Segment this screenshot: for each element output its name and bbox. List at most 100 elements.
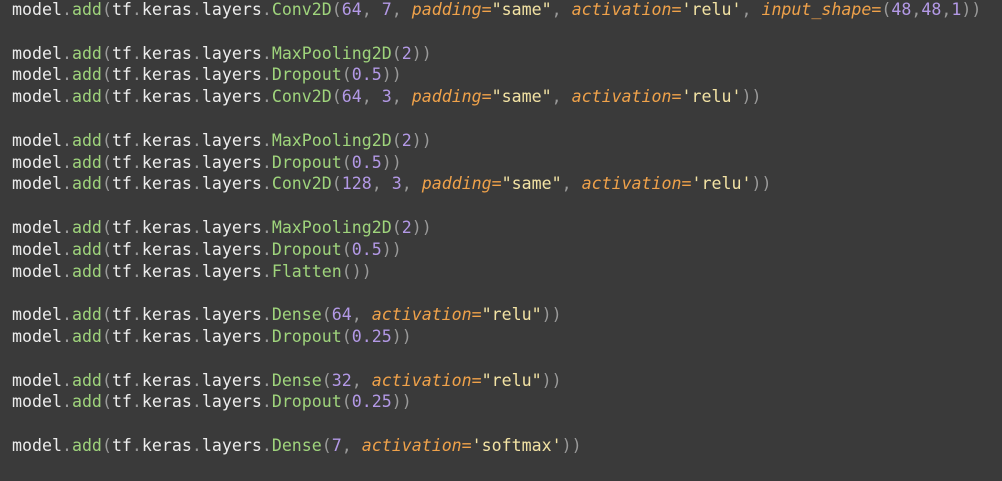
code-line[interactable]: model.add(tf.keras.layers.MaxPooling2D(2… [12, 43, 1002, 66]
code-token: layers [201, 217, 262, 237]
code-token: , [361, 0, 382, 19]
code-token: padding [411, 0, 482, 19]
code-token: layers [201, 305, 262, 325]
code-token: ( [101, 0, 112, 19]
code-token: . [261, 435, 272, 455]
code-token: activation [371, 370, 472, 390]
code-token: Dropout [271, 326, 342, 346]
code-token: Dropout [271, 392, 342, 412]
code-token: . [61, 305, 72, 325]
code-line[interactable]: model.add(tf.keras.layers.Dropout(0.5)) [12, 64, 1002, 87]
code-token: ( [101, 392, 112, 412]
code-line[interactable]: model.add(tf.keras.layers.Dropout(0.25)) [12, 391, 1002, 414]
code-token: tf [111, 370, 132, 390]
code-token: . [61, 65, 72, 85]
code-line[interactable]: model.add(tf.keras.layers.Dropout(0.25)) [12, 326, 1002, 349]
code-line[interactable]: model.add(tf.keras.layers.MaxPooling2D(2… [12, 217, 1002, 240]
code-line[interactable]: model.add(tf.keras.layers.Dropout(0.5)) [12, 152, 1002, 175]
code-line[interactable] [12, 195, 1002, 218]
code-token: keras [141, 43, 192, 63]
code-token: = [471, 305, 482, 325]
code-line[interactable] [12, 282, 1002, 305]
code-token: 1 [951, 0, 962, 19]
code-token: ( [341, 65, 352, 85]
code-editor[interactable]: model.add(tf.keras.layers.Conv2D(64, 7, … [0, 0, 1002, 480]
code-token: layers [201, 152, 262, 172]
code-line[interactable]: model.add(tf.keras.layers.Dropout(0.5)) [12, 239, 1002, 262]
code-token: 'relu' [691, 174, 752, 194]
code-token: 32 [331, 370, 352, 390]
code-token: )) [381, 152, 402, 172]
code-token: . [191, 261, 202, 281]
code-token: tf [111, 261, 132, 281]
code-token: . [131, 152, 142, 172]
code-token: . [261, 152, 272, 172]
code-token: model [12, 174, 62, 194]
code-token: . [131, 65, 142, 85]
code-token: . [261, 370, 272, 390]
code-line[interactable]: model.add(tf.keras.layers.Dense(32, acti… [12, 370, 1002, 393]
code-token: . [261, 65, 272, 85]
code-token: . [261, 130, 272, 150]
code-token: ( [101, 326, 112, 346]
code-token: . [61, 87, 72, 107]
code-token: )) [411, 217, 432, 237]
code-token: MaxPooling2D [271, 217, 392, 237]
code-line[interactable]: model.add(tf.keras.layers.Conv2D(64, 3, … [12, 86, 1002, 109]
code-token: add [71, 239, 102, 259]
code-line[interactable]: model.add(tf.keras.layers.MaxPooling2D(2… [12, 130, 1002, 153]
code-line[interactable] [12, 108, 1002, 131]
code-line[interactable]: model.add(tf.keras.layers.Dense(7, activ… [12, 435, 1002, 458]
code-token: . [61, 217, 72, 237]
code-token: . [191, 0, 202, 19]
code-token: activation [571, 0, 672, 19]
code-token: . [191, 326, 202, 346]
code-token: . [61, 435, 72, 455]
code-token: add [71, 305, 102, 325]
code-token: )) [381, 65, 402, 85]
code-line[interactable]: model.add(tf.keras.layers.Conv2D(128, 3,… [12, 173, 1002, 196]
code-token: tf [111, 435, 132, 455]
code-token: MaxPooling2D [271, 43, 392, 63]
code-line[interactable] [12, 348, 1002, 371]
code-line[interactable]: model.add(tf.keras.layers.Flatten()) [12, 261, 1002, 284]
code-token: model [12, 435, 62, 455]
code-token: . [61, 326, 72, 346]
code-token: model [12, 0, 62, 19]
code-token: layers [201, 392, 262, 412]
code-token: activation [371, 305, 472, 325]
code-token: 48 [921, 0, 942, 19]
code-line[interactable]: model.add(tf.keras.layers.Dense(64, acti… [12, 304, 1002, 327]
code-token: tf [111, 87, 132, 107]
code-token: . [131, 0, 142, 19]
code-token: Dense [271, 435, 322, 455]
code-token: layers [201, 326, 262, 346]
code-token: keras [141, 152, 192, 172]
code-token: Dropout [271, 152, 342, 172]
code-token: . [191, 130, 202, 150]
code-token: ( [101, 261, 112, 281]
code-token: Conv2D [271, 0, 332, 19]
code-token: model [12, 239, 62, 259]
code-token: 0.5 [351, 239, 382, 259]
code-token: ( [101, 43, 112, 63]
code-token: 2 [401, 130, 412, 150]
code-token: = [671, 87, 682, 107]
code-token: Dropout [271, 239, 342, 259]
code-token: 64 [331, 305, 352, 325]
code-token: , [551, 0, 572, 19]
code-token: . [131, 305, 142, 325]
code-token: . [61, 370, 72, 390]
code-token: ( [101, 130, 112, 150]
code-token: . [261, 174, 272, 194]
code-line[interactable] [12, 413, 1002, 436]
code-token: add [71, 326, 102, 346]
code-line[interactable] [12, 21, 1002, 44]
code-line[interactable]: model.add(tf.keras.layers.Conv2D(64, 7, … [12, 0, 1002, 22]
code-token: keras [141, 326, 192, 346]
code-token: . [131, 261, 142, 281]
code-token: tf [111, 65, 132, 85]
code-token: Dense [271, 305, 322, 325]
code-token: 48 [891, 0, 912, 19]
code-token: )) [411, 43, 432, 63]
